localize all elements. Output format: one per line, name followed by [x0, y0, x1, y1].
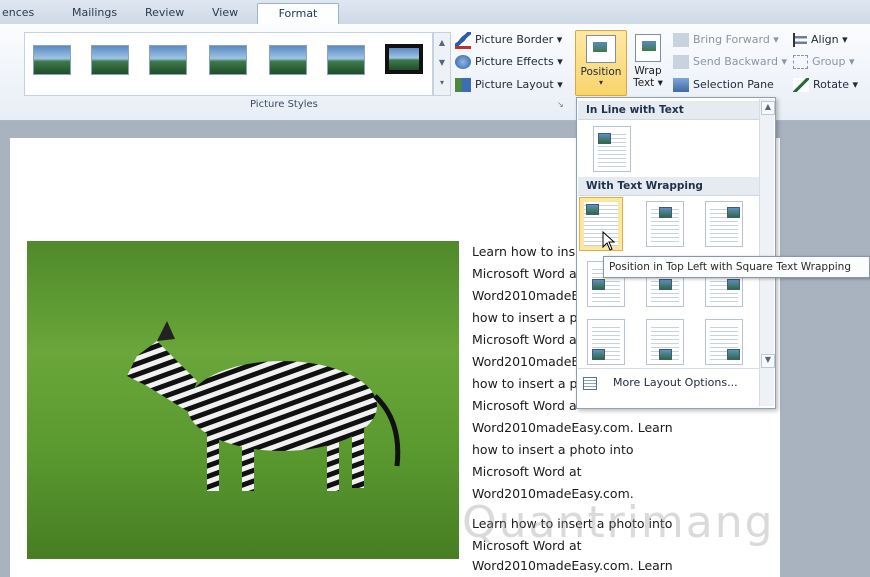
document-text-line[interactable]: Word2010madeE — [472, 288, 579, 303]
position-option-bottom-center[interactable] — [646, 319, 684, 365]
picture-icon — [592, 349, 605, 360]
document-text-line[interactable]: Microsoft Word a — [472, 398, 577, 413]
position-option-bottom-right[interactable] — [705, 319, 743, 365]
align-button[interactable]: Align ▾ — [793, 30, 848, 50]
divider — [578, 368, 759, 369]
zebra-illustration — [127, 321, 401, 491]
tab-mailings[interactable]: Mailings — [72, 3, 117, 23]
picture-style-thumb[interactable] — [327, 45, 365, 75]
selection-pane-icon — [673, 78, 689, 92]
selection-pane-button[interactable]: Selection Pane — [673, 75, 774, 95]
picture-icon — [592, 279, 605, 290]
picture-style-thumb[interactable] — [209, 45, 247, 75]
document-text-line[interactable]: how to insert a p — [472, 310, 577, 325]
dropdown-scrollbar[interactable]: ▲ ▼ — [759, 99, 775, 406]
wrap-text-button[interactable]: Wrap Text ▾ — [628, 30, 668, 94]
picture-icon — [659, 279, 672, 290]
group-button[interactable]: Group ▾ — [793, 52, 855, 72]
send-backward-icon — [673, 55, 689, 69]
rotate-button[interactable]: Rotate ▾ — [793, 75, 858, 95]
gallery-scroll[interactable]: ▲ ▼ ▾ — [433, 32, 451, 96]
position-option-top-center[interactable] — [646, 201, 684, 247]
section-with-text-wrapping: With Text Wrapping — [578, 177, 767, 196]
mouse-cursor-icon — [602, 231, 616, 251]
picture-icon — [727, 207, 740, 218]
layout-options-icon — [583, 376, 597, 390]
picture-icon — [659, 349, 672, 360]
ribbon-tab-strip: ences Mailings Review View — [0, 0, 870, 25]
scroll-up-icon[interactable]: ▲ — [761, 101, 775, 115]
picture-styles-gallery — [24, 32, 433, 96]
document-text-line[interactable]: Microsoft Word a — [472, 332, 577, 347]
picture-icon — [727, 279, 740, 290]
document-text-line[interactable]: Learn how to ins — [472, 244, 575, 259]
chevron-down-icon: ▾ — [598, 78, 603, 87]
document-text-line[interactable]: Word2010madeE — [472, 354, 579, 369]
position-option-bottom-left[interactable] — [587, 319, 625, 365]
document-text-line[interactable]: Microsoft Word at — [472, 464, 582, 479]
section-in-line-with-text: In Line with Text — [578, 101, 767, 120]
picture-icon — [659, 207, 672, 218]
picture-style-thumb[interactable] — [149, 45, 187, 75]
watermark-logo: Quantrimang — [462, 497, 775, 548]
zebra-photo[interactable] — [27, 241, 459, 559]
group-label-picture-styles: Picture Styles — [250, 99, 318, 110]
position-dropdown: In Line with Text With Text Wrapping ▲ ▼… — [576, 97, 776, 409]
picture-layout-icon — [455, 78, 471, 92]
position-icon — [586, 35, 616, 63]
position-option-inline[interactable] — [593, 126, 631, 172]
picture-effects-icon — [455, 55, 471, 69]
document-text-line[interactable]: Word2010madeEasy.com. Learn — [472, 420, 673, 435]
bring-forward-button[interactable]: Bring Forward ▾ — [673, 30, 779, 50]
picture-style-thumb[interactable] — [269, 45, 307, 75]
gallery-more-icon[interactable]: ▾ — [434, 73, 450, 93]
position-option-top-left[interactable] — [579, 197, 623, 251]
document-text-line[interactable]: how to insert a p — [472, 376, 577, 391]
dialog-launcher-icon[interactable]: ↘ — [557, 100, 564, 109]
picture-effects-button[interactable]: Picture Effects ▾ — [455, 52, 563, 72]
picture-layout-button[interactable]: Picture Layout ▾ — [455, 75, 563, 95]
picture-border-icon — [455, 31, 471, 49]
picture-style-thumb-selected[interactable] — [385, 44, 423, 74]
rotate-icon — [793, 78, 809, 92]
more-layout-options-item[interactable]: More Layout Options... — [583, 373, 758, 393]
picture-icon — [598, 133, 611, 144]
picture-icon — [727, 349, 740, 360]
document-text-line[interactable]: Word2010madeEasy.com. Learn — [472, 558, 673, 573]
picture-icon — [586, 204, 599, 215]
align-icon — [793, 33, 807, 47]
bring-forward-icon — [673, 33, 689, 47]
tab-format[interactable]: Format — [257, 3, 339, 25]
tab-view[interactable]: View — [212, 3, 238, 23]
document-text-line[interactable]: Microsoft Word a — [472, 266, 577, 281]
gallery-down-icon[interactable]: ▼ — [434, 53, 450, 73]
document-text-line[interactable]: how to insert a photo into — [472, 442, 634, 457]
gallery-up-icon[interactable]: ▲ — [434, 33, 450, 53]
tab-review[interactable]: Review — [145, 3, 184, 23]
tab-references[interactable]: ences — [2, 3, 34, 23]
position-option-top-right[interactable] — [705, 201, 743, 247]
picture-border-button[interactable]: Picture Border ▾ — [455, 30, 562, 50]
scroll-down-icon[interactable]: ▼ — [761, 354, 775, 368]
tooltip: Position in Top Left with Square Text Wr… — [603, 256, 870, 278]
send-backward-button[interactable]: Send Backward ▾ — [673, 52, 787, 72]
picture-style-thumb[interactable] — [91, 45, 129, 75]
group-icon — [793, 55, 808, 69]
wrap-text-icon — [635, 34, 661, 62]
position-button[interactable]: Position ▾ — [575, 30, 627, 96]
picture-style-thumb[interactable] — [33, 45, 71, 75]
